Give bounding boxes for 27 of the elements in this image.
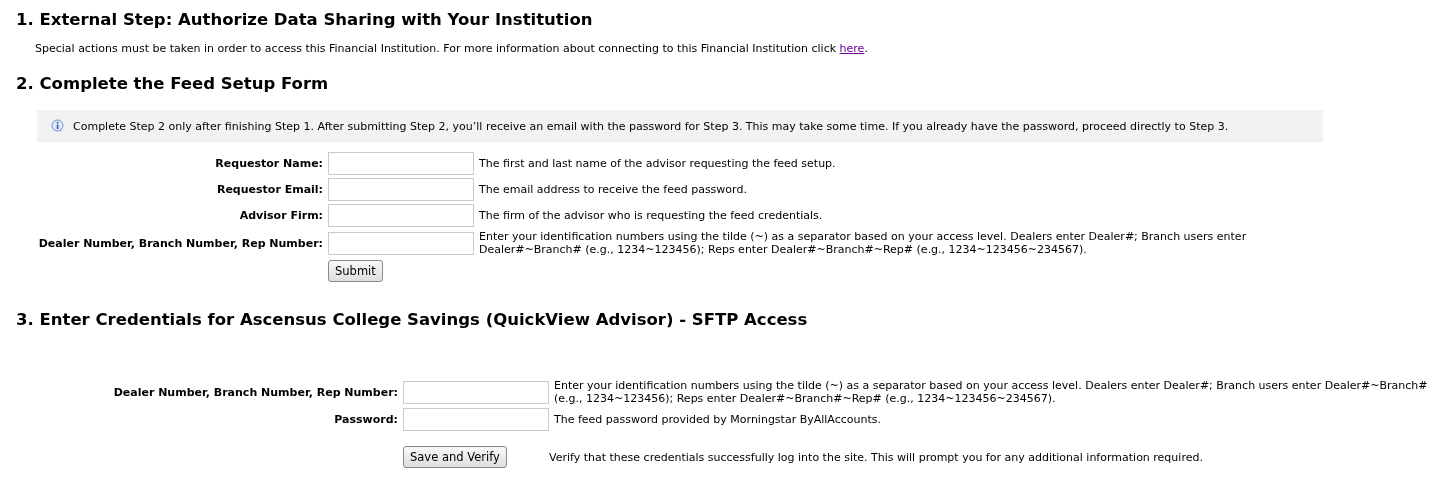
- info-icon: [51, 119, 65, 133]
- field-help: The feed password provided by Morningstar ByAllAccounts.: [554, 413, 882, 426]
- field-label: Requestor Name:: [214, 157, 323, 170]
- section-heading: 2. Complete the Feed Setup Form: [16, 73, 330, 95]
- section-heading: 1. External Step: Authorize Data Sharing with Your Institution: [16, 9, 594, 31]
- input-field[interactable]: [403, 408, 549, 431]
- button-help: Verify that these credentials successfully log into the site. This will prompt you for any additional information required.: [549, 449, 1204, 464]
- field-help: Enter your identification numbers using the tilde (~) as a separator based on your access level. Dealers enter Dealer#; Branch users enter Dealer#~Branch# (e.g., 1234~123456); Reps enter Dealer#~Branch#~Rep# (e.g., 1234~123456~234567).: [554, 379, 1429, 405]
- field-label: Password:: [333, 413, 398, 426]
- field-label: Dealer Number, Branch Number, Rep Number:: [37, 236, 323, 250]
- input-field[interactable]: [403, 380, 549, 404]
- submit-button[interactable]: Save and Verify: [403, 446, 507, 468]
- input-field[interactable]: [328, 231, 474, 255]
- field-help: The email address to receive the feed password.: [479, 183, 748, 196]
- field-help: The first and last name of the advisor requesting the feed setup.: [479, 157, 837, 170]
- input-field[interactable]: [328, 204, 474, 227]
- submit-button[interactable]: Submit: [328, 260, 383, 282]
- field-help: Enter your identification numbers using the tilde (~) as a separator based on your access level. Dealers enter Dealer#; Branch users enter Dealer#~Branch# (e.g., 1234~123456); Reps enter Dealer#~Branch#~Rep# (e.g., 1234~123456~234567).: [479, 230, 1248, 256]
- instruction-text: Special actions must be taken in order to access this Financial Institution. For more information about connecting to this Financial Institution click here.: [35, 42, 869, 55]
- input-field[interactable]: [328, 152, 474, 175]
- section-heading: 3. Enter Credentials for Ascensus College Savings (QuickView Advisor) - SFTP Access: [16, 309, 809, 331]
- field-help: The firm of the advisor who is requesting the feed credentials.: [479, 209, 824, 222]
- info-text: Complete Step 2 only after finishing Step 1. After submitting Step 2, you’ll receive an email with the password for Step 3. This may take some time. If you already have the password, proceed directly to Step 3.: [73, 119, 1229, 133]
- field-label: Dealer Number, Branch Number, Rep Number:: [112, 385, 398, 399]
- field-label: Advisor Firm:: [238, 209, 323, 222]
- input-field[interactable]: [328, 178, 474, 201]
- field-label: Requestor Email:: [215, 183, 323, 196]
